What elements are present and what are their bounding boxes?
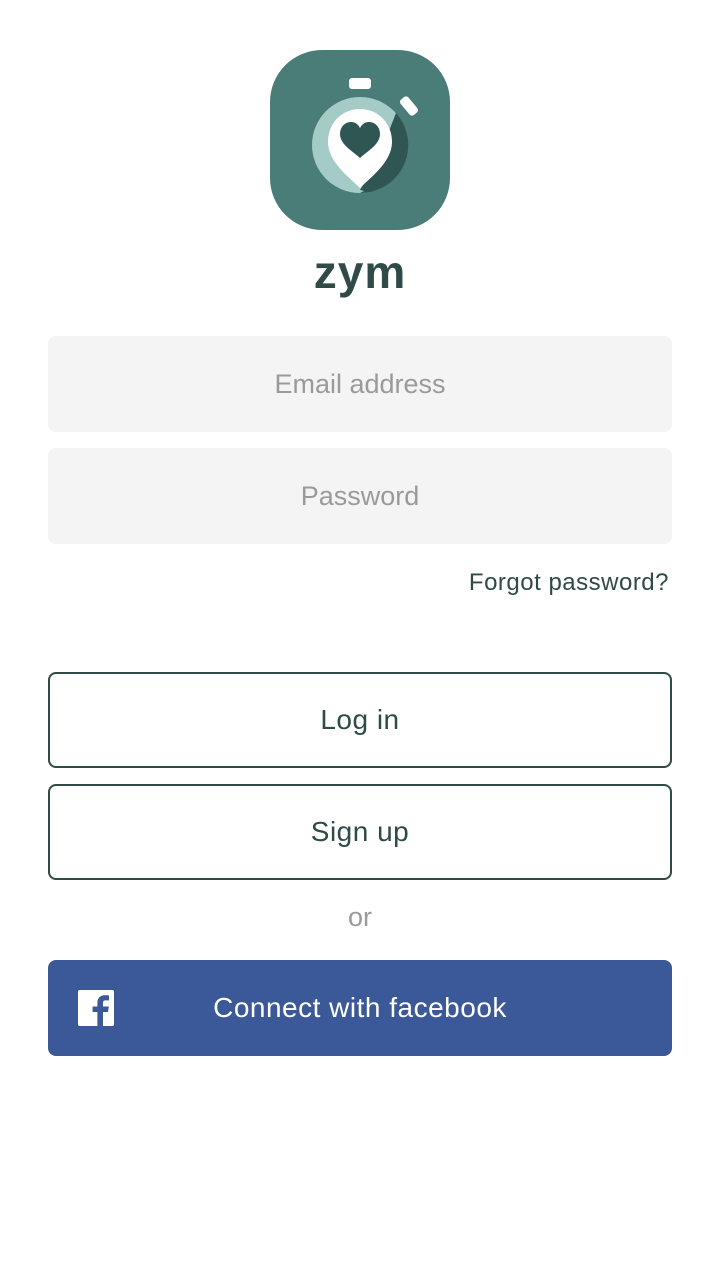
signup-button[interactable]: Sign up <box>48 784 672 880</box>
login-button[interactable]: Log in <box>48 672 672 768</box>
brand-name: zym <box>313 246 407 298</box>
password-field[interactable] <box>48 448 672 544</box>
login-screen: zym Forgot password? Log in Sign up or C… <box>0 0 720 1280</box>
email-field[interactable] <box>48 336 672 432</box>
facebook-button-label: Connect with facebook <box>213 992 507 1023</box>
connect-facebook-button[interactable]: Connect with facebook <box>48 960 672 1056</box>
stopwatch-heart-pin-icon <box>312 78 419 194</box>
app-logo <box>270 50 450 230</box>
forgot-password-link[interactable]: Forgot password? <box>469 566 669 600</box>
or-divider: or <box>347 902 372 932</box>
